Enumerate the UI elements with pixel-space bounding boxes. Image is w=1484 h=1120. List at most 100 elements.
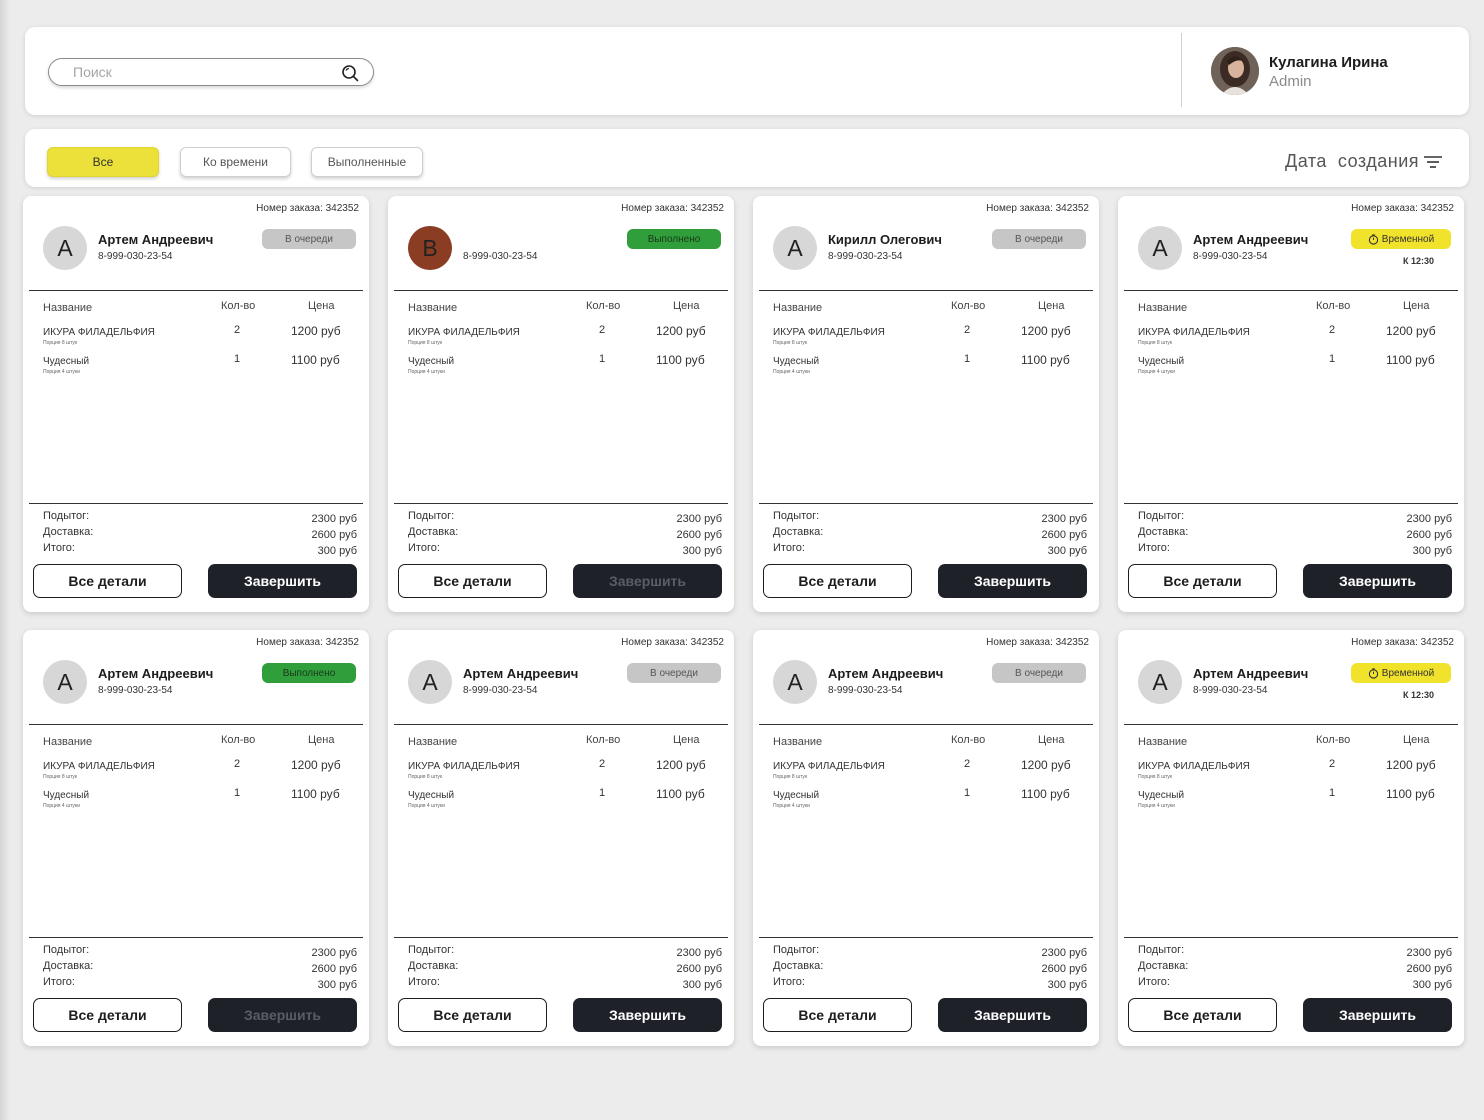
item-name: ИКУРА ФИЛАДЕЛЬФИЯ (43, 327, 155, 338)
item-quantity: 1 (1329, 787, 1336, 799)
order-card: Номер заказа: 342352 А Артем Андреевич 8… (23, 196, 369, 612)
summary-labels: Подытог: Доставка: Итого: (43, 942, 93, 990)
status-text: В очереди (1015, 667, 1063, 679)
col-price-header: Цена (1038, 300, 1065, 312)
customer-avatar: А (408, 660, 452, 704)
subtotal-value: 2300 руб (311, 947, 357, 959)
total-label: Итого: (408, 542, 440, 554)
delivery-label: Доставка: (408, 526, 459, 538)
finish-button[interactable]: Завершить (573, 564, 722, 598)
details-button[interactable]: Все детали (763, 564, 912, 598)
finish-button[interactable]: Завершить (938, 564, 1087, 598)
order-card: Номер заказа: 342352 А Артем Андреевич 8… (1118, 196, 1464, 612)
delivery-value: 2600 руб (676, 963, 722, 975)
finish-button[interactable]: Завершить (938, 998, 1087, 1032)
filter-timed-button[interactable]: Ко времени (180, 147, 291, 177)
summary-values: 2300 руб 2600 руб 300 руб (1042, 511, 1087, 559)
divider (29, 290, 363, 291)
item-quantity: 1 (964, 353, 971, 365)
delivery-value: 2600 руб (1041, 963, 1087, 975)
col-qty-header: Кол-во (221, 734, 256, 746)
total-value: 300 руб (1047, 545, 1087, 557)
due-time: К 12:30 (1402, 690, 1434, 700)
finish-button[interactable]: Завершить (208, 564, 357, 598)
col-price-header: Цена (308, 734, 335, 746)
customer-initial: А (1152, 668, 1168, 695)
col-qty-header: Кол-во (586, 300, 621, 312)
item-quantity: 1 (599, 787, 606, 799)
customer-avatar: В (408, 226, 452, 270)
subtotal-value: 2300 руб (1406, 513, 1452, 525)
summary-values: 2300 руб 2600 руб 300 руб (312, 945, 357, 993)
divider (394, 290, 728, 291)
item-name: ИКУРА ФИЛАДЕЛЬФИЯ (773, 761, 885, 772)
summary-values: 2300 руб 2600 руб 300 руб (312, 511, 357, 559)
details-button[interactable]: Все детали (33, 998, 182, 1032)
item-quantity: 2 (1329, 324, 1336, 336)
divider (759, 724, 1093, 725)
item-name: Чудесный (773, 356, 820, 367)
details-button[interactable]: Все детали (763, 998, 912, 1032)
item-portion: Порция 4 штуки (1138, 803, 1175, 809)
col-qty-header: Кол-во (1316, 734, 1351, 746)
finish-button[interactable]: Завершить (208, 998, 357, 1032)
status-text: Выполнено (647, 233, 701, 245)
item-name: Чудесный (408, 790, 455, 801)
status-text: В очереди (285, 233, 333, 245)
customer-avatar: А (43, 660, 87, 704)
sort-icon (1424, 155, 1442, 168)
subtotal-value: 2300 руб (1406, 947, 1452, 959)
customer-avatar: А (773, 660, 817, 704)
order-card: Номер заказа: 342352 В 8-999-030-23-54 В… (388, 196, 734, 612)
col-name-header: Название (408, 302, 458, 314)
search-input[interactable] (73, 63, 333, 81)
customer-phone: 8-999-030-23-54 (828, 685, 903, 696)
divider (759, 503, 1093, 504)
item-price: 1100 руб (1021, 787, 1070, 801)
item-price: 1200 руб (656, 324, 706, 338)
customer-avatar: А (1138, 660, 1182, 704)
details-button[interactable]: Все детали (1128, 564, 1277, 598)
item-portion: Порция 4 штуки (773, 369, 810, 375)
customer-name: Артем Андреевич (1193, 232, 1309, 247)
subtotal-label: Подытог: (408, 944, 455, 956)
summary-labels: Подытог: Доставка: Итого: (1138, 508, 1188, 556)
search-box (48, 58, 374, 86)
item-name: Чудесный (43, 356, 90, 367)
filter-all-button[interactable]: Все (47, 147, 159, 177)
finish-button[interactable]: Завершить (1303, 564, 1452, 598)
customer-phone: 8-999-030-23-54 (828, 251, 903, 262)
filter-completed-button[interactable]: Выполненные (311, 147, 423, 177)
status-text: Выполнено (282, 667, 336, 679)
customer-phone: 8-999-030-23-54 (463, 251, 538, 262)
customer-phone: 8-999-030-23-54 (1193, 685, 1268, 696)
summary-values: 2300 руб 2600 руб 300 руб (677, 945, 722, 993)
col-price-header: Цена (1403, 300, 1430, 312)
sort-by-date-control[interactable]: Дата создания (1285, 151, 1443, 172)
timer-icon (1368, 233, 1378, 245)
user-avatar[interactable] (1211, 47, 1259, 95)
order-number: Номер заказа: 342352 (1351, 637, 1454, 648)
divider (29, 503, 363, 504)
col-qty-header: Кол-во (951, 734, 986, 746)
finish-button[interactable]: Завершить (573, 998, 722, 1032)
finish-button[interactable]: Завершить (1303, 998, 1452, 1032)
page-edge-shade (0, 0, 10, 1120)
total-label: Итого: (773, 542, 805, 554)
item-name: ИКУРА ФИЛАДЕЛЬФИЯ (43, 761, 155, 772)
search-icon[interactable] (341, 64, 359, 82)
col-name-header: Название (773, 302, 823, 314)
details-button[interactable]: Все детали (33, 564, 182, 598)
details-button[interactable]: Все детали (398, 564, 547, 598)
subtotal-value: 2300 руб (1041, 513, 1087, 525)
order-number: Номер заказа: 342352 (256, 637, 359, 648)
summary-values: 2300 руб 2600 руб 300 руб (1407, 945, 1452, 993)
status-badge: В очереди (992, 229, 1086, 249)
order-number: Номер заказа: 342352 (256, 203, 359, 214)
item-quantity: 2 (234, 324, 241, 336)
total-value: 300 руб (1412, 979, 1452, 991)
item-name: ИКУРА ФИЛАДЕЛЬФИЯ (408, 761, 520, 772)
details-button[interactable]: Все детали (1128, 998, 1277, 1032)
item-price: 1100 руб (656, 353, 705, 367)
details-button[interactable]: Все детали (398, 998, 547, 1032)
